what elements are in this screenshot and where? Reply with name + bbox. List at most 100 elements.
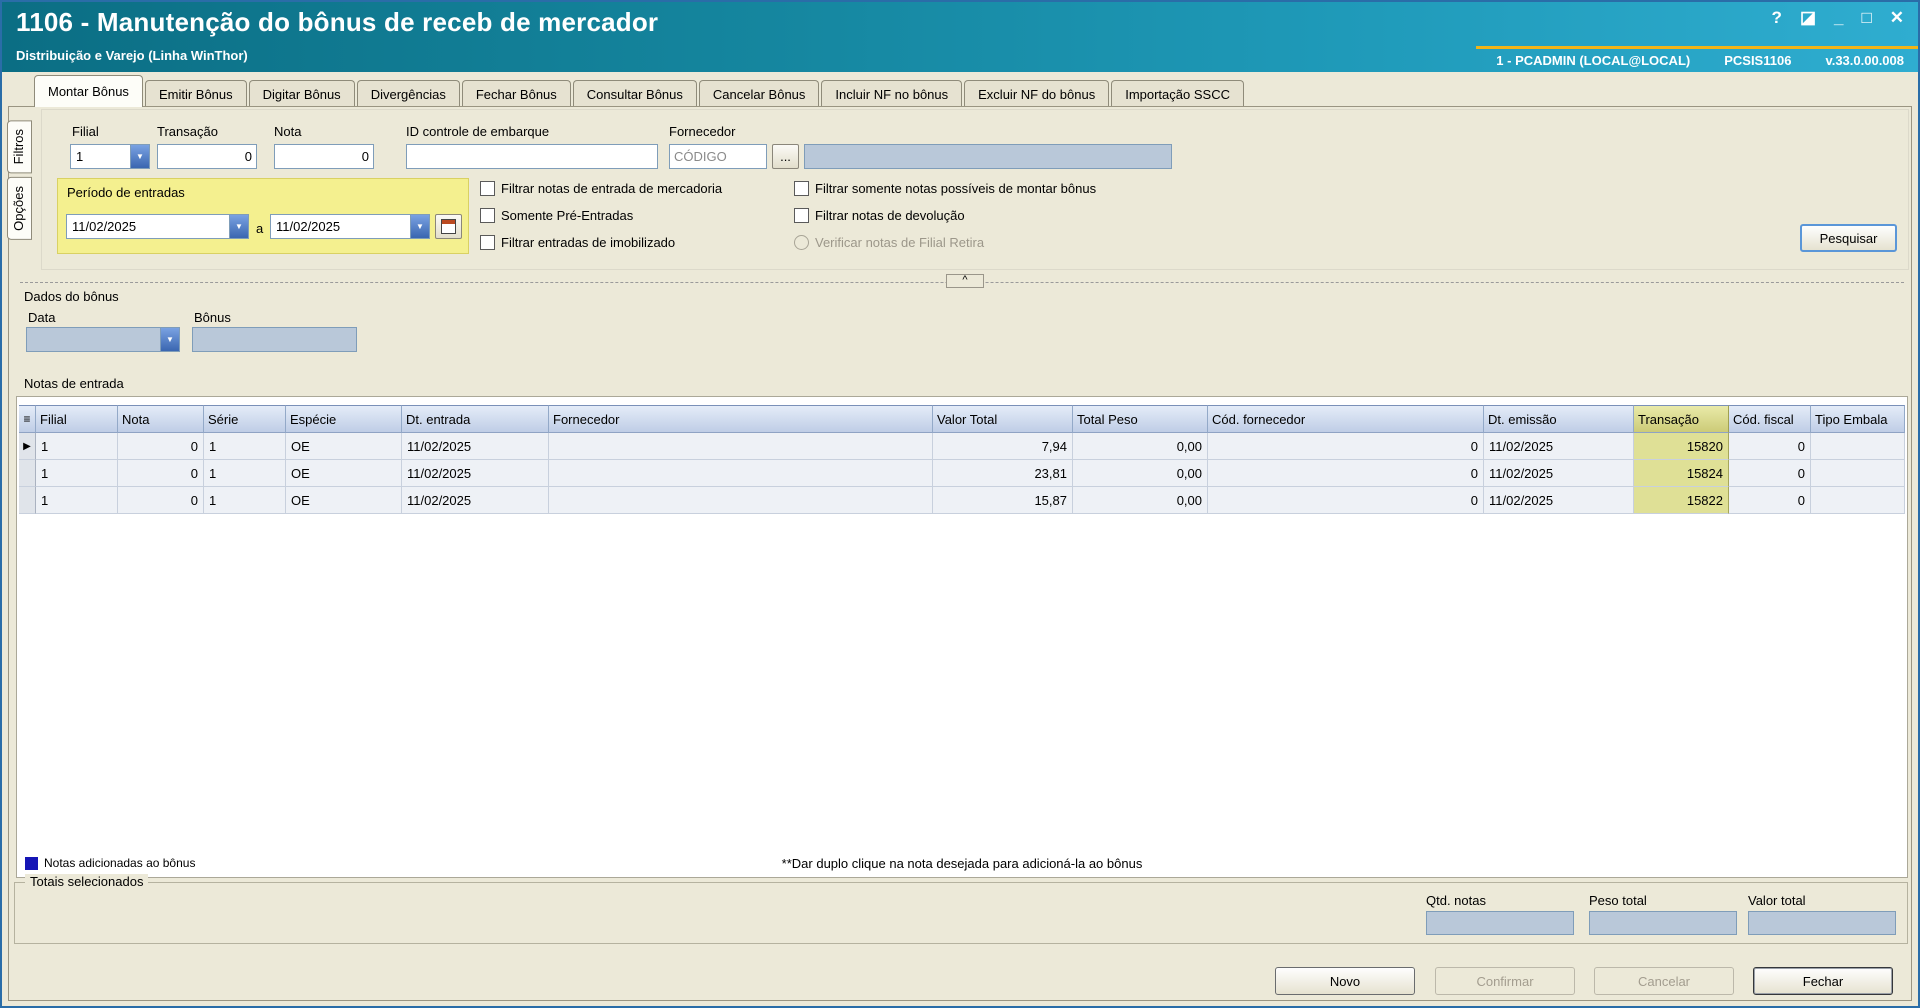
cell-serie[interactable]: 1 — [204, 460, 286, 487]
checkbox-box[interactable] — [480, 181, 495, 196]
cell-dt-entrada[interactable]: 11/02/2025 — [402, 460, 549, 487]
cell-valor-total[interactable]: 15,87 — [933, 487, 1073, 514]
fechar-button[interactable]: Fechar — [1753, 967, 1893, 995]
cell-cod-fornecedor[interactable]: 0 — [1208, 433, 1484, 460]
cell-valor-total[interactable]: 7,94 — [933, 433, 1073, 460]
cell-filial[interactable]: 1 — [36, 433, 118, 460]
maximize-icon[interactable]: □ — [1861, 8, 1871, 28]
col-serie[interactable]: Série — [204, 405, 286, 433]
transacao-input[interactable]: 0 — [157, 144, 257, 169]
collapse-panel-button[interactable]: ^ — [946, 274, 984, 288]
col-valor-total[interactable]: Valor Total — [933, 405, 1073, 433]
table-row[interactable]: 1 0 1 OE 11/02/2025 23,81 0,00 0 11/02/2… — [19, 460, 1905, 487]
tab-incluir-nf[interactable]: Incluir NF no bônus — [821, 80, 963, 107]
chevron-down-icon[interactable]: ▼ — [229, 215, 248, 238]
col-fornecedor[interactable]: Fornecedor — [549, 405, 933, 433]
cell-fornecedor[interactable] — [549, 487, 933, 514]
table-row[interactable]: ▶ 1 0 1 OE 11/02/2025 7,94 0,00 0 11/02/… — [19, 433, 1905, 460]
cell-dt-emissao[interactable]: 11/02/2025 — [1484, 460, 1634, 487]
checkbox-filtrar-imobilizado[interactable]: Filtrar entradas de imobilizado — [480, 235, 675, 250]
cell-filial[interactable]: 1 — [36, 487, 118, 514]
id-embarque-input[interactable] — [406, 144, 658, 169]
filial-combobox[interactable]: 1 ▼ — [70, 144, 150, 169]
col-dt-emissao[interactable]: Dt. emissão — [1484, 405, 1634, 433]
cell-transacao[interactable]: 15820 — [1634, 433, 1729, 460]
pesquisar-button[interactable]: Pesquisar — [1800, 224, 1897, 252]
novo-button[interactable]: Novo — [1275, 967, 1415, 995]
cell-total-peso[interactable]: 0,00 — [1073, 487, 1208, 514]
cell-cod-fiscal[interactable]: 0 — [1729, 433, 1811, 460]
checkbox-box[interactable] — [794, 181, 809, 196]
cell-serie[interactable]: 1 — [204, 433, 286, 460]
cell-tipo-embala[interactable] — [1811, 487, 1905, 514]
cell-dt-entrada[interactable]: 11/02/2025 — [402, 487, 549, 514]
cell-especie[interactable]: OE — [286, 460, 402, 487]
checkbox-somente-pre-entradas[interactable]: Somente Pré-Entradas — [480, 208, 633, 223]
chevron-down-icon[interactable]: ▼ — [130, 145, 149, 168]
tab-consultar-bonus[interactable]: Consultar Bônus — [572, 80, 697, 107]
cell-valor-total[interactable]: 23,81 — [933, 460, 1073, 487]
cell-tipo-embala[interactable] — [1811, 460, 1905, 487]
tab-importacao-sscc[interactable]: Importação SSCC — [1111, 80, 1244, 107]
cell-dt-emissao[interactable]: 11/02/2025 — [1484, 433, 1634, 460]
col-tipo-embala[interactable]: Tipo Embala — [1811, 405, 1905, 433]
fornecedor-codigo-input[interactable]: CÓDIGO — [669, 144, 767, 169]
screen-icon[interactable]: ◪ — [1800, 8, 1816, 28]
col-especie[interactable]: Espécie — [286, 405, 402, 433]
help-icon[interactable]: ? — [1772, 8, 1782, 28]
tab-excluir-nf[interactable]: Excluir NF do bônus — [964, 80, 1110, 107]
cell-serie[interactable]: 1 — [204, 487, 286, 514]
calendar-button[interactable] — [435, 214, 462, 239]
grid-selector-icon[interactable]: ≡ — [19, 405, 36, 433]
col-nota[interactable]: Nota — [118, 405, 204, 433]
fornecedor-browse-button[interactable]: ... — [772, 144, 799, 169]
checkbox-box[interactable] — [480, 235, 495, 250]
cell-tipo-embala[interactable] — [1811, 433, 1905, 460]
col-cod-fiscal[interactable]: Cód. fiscal — [1729, 405, 1811, 433]
cell-fornecedor[interactable] — [549, 433, 933, 460]
nota-input[interactable]: 0 — [274, 144, 374, 169]
checkbox-box[interactable] — [480, 208, 495, 223]
checkbox-filtrar-notas-entrada[interactable]: Filtrar notas de entrada de mercadoria — [480, 181, 722, 196]
col-total-peso[interactable]: Total Peso — [1073, 405, 1208, 433]
cell-transacao[interactable]: 15824 — [1634, 460, 1729, 487]
checkbox-box[interactable] — [794, 208, 809, 223]
tab-montar-bonus[interactable]: Montar Bônus — [34, 75, 143, 107]
table-row[interactable]: 1 0 1 OE 11/02/2025 15,87 0,00 0 11/02/2… — [19, 487, 1905, 514]
cell-cod-fornecedor[interactable]: 0 — [1208, 487, 1484, 514]
cell-especie[interactable]: OE — [286, 487, 402, 514]
col-filial[interactable]: Filial — [36, 405, 118, 433]
minimize-icon[interactable]: _ — [1834, 8, 1843, 28]
chevron-down-icon[interactable]: ▼ — [160, 328, 179, 351]
side-tab-filtros[interactable]: Filtros — [7, 120, 32, 174]
cell-transacao[interactable]: 15822 — [1634, 487, 1729, 514]
data-inicial-combobox[interactable]: 11/02/2025 ▼ — [66, 214, 249, 239]
cell-total-peso[interactable]: 0,00 — [1073, 460, 1208, 487]
cell-cod-fiscal[interactable]: 0 — [1729, 460, 1811, 487]
side-tab-opcoes[interactable]: Opções — [7, 177, 32, 241]
checkbox-filtrar-devolucao[interactable]: Filtrar notas de devolução — [794, 208, 965, 223]
checkbox-filtrar-possiveis-bonus[interactable]: Filtrar somente notas possíveis de monta… — [794, 181, 1096, 196]
chevron-down-icon[interactable]: ▼ — [410, 215, 429, 238]
cell-total-peso[interactable]: 0,00 — [1073, 433, 1208, 460]
cell-nota[interactable]: 0 — [118, 460, 204, 487]
cell-dt-emissao[interactable]: 11/02/2025 — [1484, 487, 1634, 514]
bonus-data-combobox[interactable]: ▼ — [26, 327, 180, 352]
cell-dt-entrada[interactable]: 11/02/2025 — [402, 433, 549, 460]
col-cod-fornecedor[interactable]: Cód. fornecedor — [1208, 405, 1484, 433]
close-icon[interactable]: ✕ — [1890, 8, 1904, 28]
cell-nota[interactable]: 0 — [118, 433, 204, 460]
tab-digitar-bonus[interactable]: Digitar Bônus — [248, 80, 355, 107]
cell-fornecedor[interactable] — [549, 460, 933, 487]
cell-especie[interactable]: OE — [286, 433, 402, 460]
col-dt-entrada[interactable]: Dt. entrada — [402, 405, 549, 433]
tab-divergencias[interactable]: Divergências — [356, 80, 460, 107]
tab-emitir-bonus[interactable]: Emitir Bônus — [144, 80, 247, 107]
data-final-combobox[interactable]: 11/02/2025 ▼ — [270, 214, 430, 239]
cell-cod-fiscal[interactable]: 0 — [1729, 487, 1811, 514]
cell-nota[interactable]: 0 — [118, 487, 204, 514]
col-transacao[interactable]: Transação — [1634, 405, 1729, 433]
tab-cancelar-bonus[interactable]: Cancelar Bônus — [698, 80, 820, 107]
cell-filial[interactable]: 1 — [36, 460, 118, 487]
tab-fechar-bonus[interactable]: Fechar Bônus — [461, 80, 571, 107]
